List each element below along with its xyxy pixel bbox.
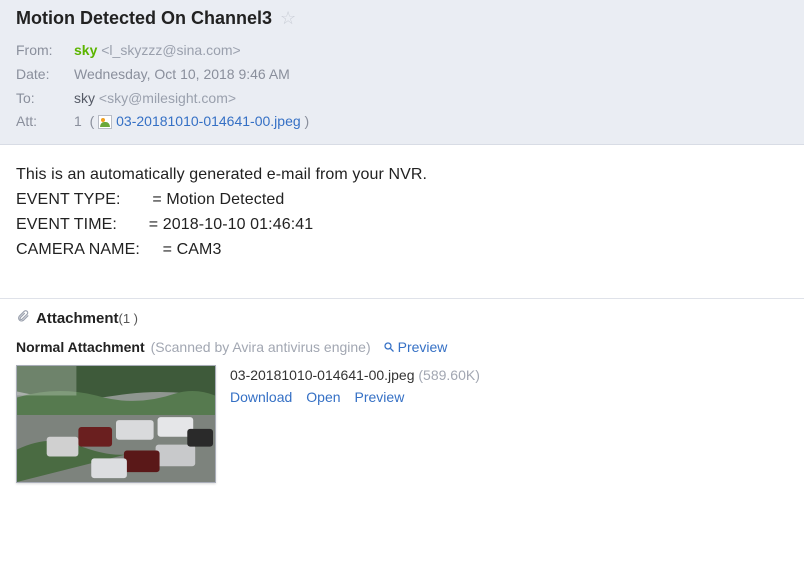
from-value: sky <l_skyzzz@sina.com> bbox=[74, 39, 241, 63]
from-row: From: sky <l_skyzzz@sina.com> bbox=[16, 39, 788, 63]
attachment-section: Attachment(1 ) Normal Attachment (Scanne… bbox=[0, 298, 804, 501]
att-row: Att: 1 ( 03-20181010-014641-00.jpeg ) bbox=[16, 110, 788, 134]
date-value: Wednesday, Oct 10, 2018 9:46 AM bbox=[74, 63, 290, 87]
att-label: Att: bbox=[16, 110, 74, 134]
header-attachment-link[interactable]: 03-20181010-014641-00.jpeg bbox=[116, 113, 301, 129]
to-label: To: bbox=[16, 87, 74, 111]
date-row: Date: Wednesday, Oct 10, 2018 9:46 AM bbox=[16, 63, 788, 87]
magnifier-icon bbox=[383, 341, 395, 353]
body-event-type: EVENT TYPE: = Motion Detected bbox=[16, 188, 788, 213]
email-header: Motion Detected On Channel3 ☆ From: sky … bbox=[0, 0, 804, 145]
attachment-filesize: (589.60K) bbox=[418, 367, 479, 383]
normal-attachment-row: Normal Attachment (Scanned by Avira anti… bbox=[16, 339, 788, 355]
normal-attachment-label: Normal Attachment bbox=[16, 339, 145, 355]
attachment-item: 03-20181010-014641-00.jpeg (589.60K) Dow… bbox=[16, 365, 788, 483]
body-intro: This is an automatically generated e-mai… bbox=[16, 163, 788, 188]
from-label: From: bbox=[16, 39, 74, 63]
att-count: 1 bbox=[74, 113, 82, 129]
download-link[interactable]: Download bbox=[230, 389, 292, 405]
paren-close: ) bbox=[305, 113, 310, 129]
attachment-header: Attachment(1 ) bbox=[16, 309, 788, 327]
from-address: <l_skyzzz@sina.com> bbox=[101, 42, 240, 58]
preview-all-text: Preview bbox=[398, 339, 448, 355]
from-name: sky bbox=[74, 42, 97, 58]
to-address: <sky@milesight.com> bbox=[99, 90, 236, 106]
image-file-icon bbox=[98, 115, 112, 129]
paren-open: ( bbox=[90, 113, 95, 129]
to-value: sky <sky@milesight.com> bbox=[74, 87, 236, 111]
attachment-title: Attachment bbox=[36, 310, 119, 327]
to-name: sky bbox=[74, 90, 95, 106]
star-icon[interactable]: ☆ bbox=[280, 8, 296, 29]
attachment-count: (1 ) bbox=[119, 311, 139, 326]
att-value: 1 ( 03-20181010-014641-00.jpeg ) bbox=[74, 110, 309, 134]
paperclip-icon bbox=[16, 309, 30, 327]
attachment-thumbnail[interactable] bbox=[16, 365, 216, 483]
body-event-time: EVENT TIME: = 2018-10-10 01:46:41 bbox=[16, 213, 788, 238]
attachment-actions: Download Open Preview bbox=[230, 389, 480, 405]
email-body: This is an automatically generated e-mai… bbox=[0, 145, 804, 298]
email-subject: Motion Detected On Channel3 bbox=[16, 8, 272, 29]
attachment-filename: 03-20181010-014641-00.jpeg bbox=[230, 367, 415, 383]
attachment-header-text: Attachment(1 ) bbox=[36, 310, 138, 327]
attachment-info: 03-20181010-014641-00.jpeg (589.60K) Dow… bbox=[230, 365, 480, 405]
subject-line: Motion Detected On Channel3 ☆ bbox=[16, 8, 788, 29]
attachment-filename-row: 03-20181010-014641-00.jpeg (589.60K) bbox=[230, 367, 480, 383]
preview-all-link[interactable]: Preview bbox=[383, 339, 448, 355]
open-link[interactable]: Open bbox=[306, 389, 340, 405]
preview-link[interactable]: Preview bbox=[355, 389, 405, 405]
to-row: To: sky <sky@milesight.com> bbox=[16, 87, 788, 111]
body-camera-name: CAMERA NAME: = CAM3 bbox=[16, 238, 788, 263]
scanned-label: (Scanned by Avira antivirus engine) bbox=[151, 339, 371, 355]
date-label: Date: bbox=[16, 63, 74, 87]
